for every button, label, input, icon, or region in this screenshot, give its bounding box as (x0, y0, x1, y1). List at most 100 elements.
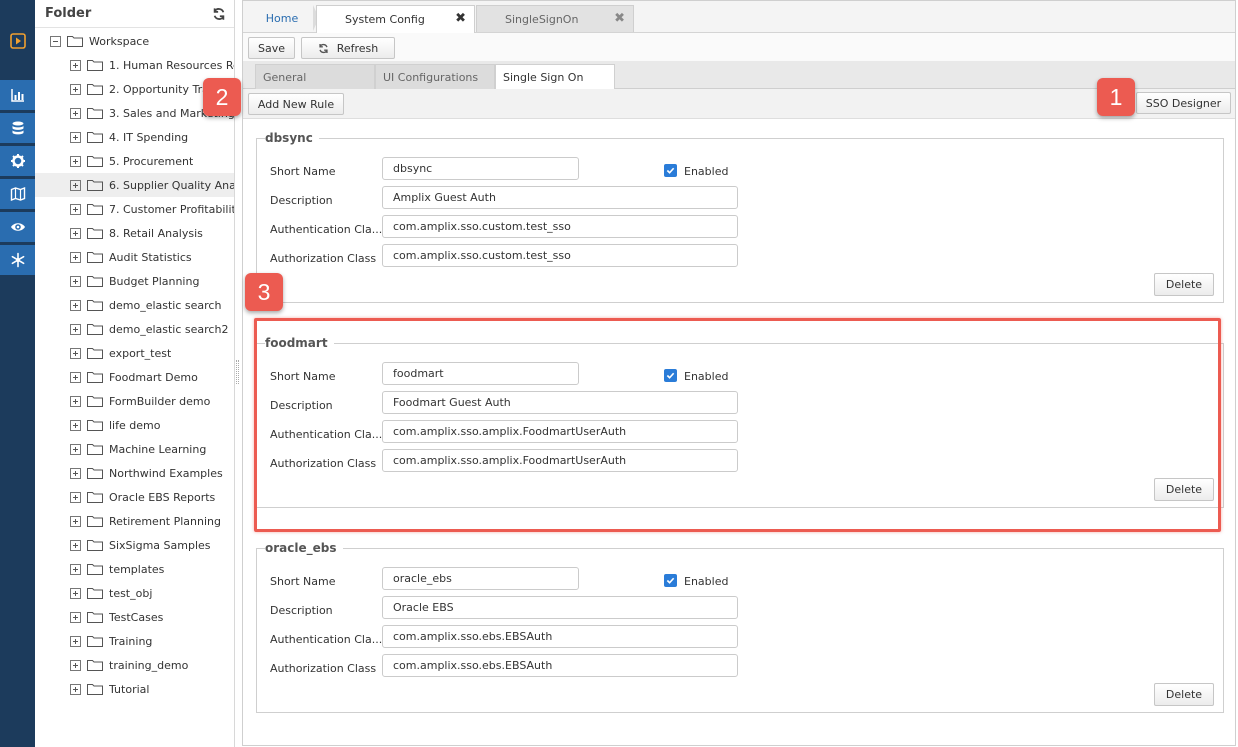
short-name-input[interactable]: dbsync (382, 157, 579, 180)
tree-item[interactable]: 4. IT Spending (35, 125, 234, 149)
expand-icon[interactable] (70, 59, 81, 71)
expand-icon[interactable] (70, 203, 81, 215)
enabled-checkbox[interactable] (664, 164, 677, 177)
delete-button[interactable]: Delete (1154, 273, 1214, 296)
expand-icon[interactable] (70, 491, 81, 503)
refresh-button[interactable]: Refresh (301, 37, 395, 59)
play-icon[interactable] (0, 26, 35, 56)
expand-icon[interactable] (70, 179, 81, 191)
expand-icon[interactable] (70, 467, 81, 479)
expand-icon[interactable] (70, 131, 81, 143)
expand-icon[interactable] (70, 371, 81, 383)
highlight-box (254, 318, 1221, 532)
auth-class-input[interactable]: com.amplix.sso.custom.test_sso (382, 215, 738, 238)
subtab-general[interactable]: General (255, 64, 375, 89)
tree-item[interactable]: Machine Learning (35, 437, 234, 461)
tree-item[interactable]: 6. Supplier Quality Analy (35, 173, 234, 197)
field-label: Short Name (270, 165, 336, 178)
expand-icon[interactable] (70, 635, 81, 647)
tree-item[interactable]: Retirement Planning (35, 509, 234, 533)
refresh-icon[interactable] (212, 7, 226, 21)
pane-splitter[interactable] (236, 360, 239, 384)
delete-button[interactable]: Delete (1154, 683, 1214, 706)
tree-label: Machine Learning (109, 442, 207, 456)
tree-item[interactable]: export_test (35, 341, 234, 365)
tree-item[interactable]: 1. Human Resources Rep (35, 53, 235, 77)
sso-designer-button[interactable]: SSO Designer (1136, 92, 1231, 114)
expand-icon[interactable] (70, 683, 81, 695)
tree-item[interactable]: templates (35, 557, 234, 581)
expand-icon[interactable] (70, 155, 81, 167)
folder-icon (87, 84, 103, 95)
eye-icon[interactable] (0, 212, 35, 242)
add-new-rule-button[interactable]: Add New Rule (248, 93, 344, 115)
expand-icon[interactable] (70, 587, 81, 599)
auth-class-input[interactable]: com.amplix.sso.ebs.EBSAuth (382, 625, 738, 648)
tree-item[interactable]: test_obj (35, 581, 234, 605)
expand-icon[interactable] (70, 659, 81, 671)
short-name-input[interactable]: oracle_ebs (382, 567, 579, 590)
tree-item[interactable]: training_demo (35, 653, 234, 677)
folder-icon (87, 612, 103, 623)
tree-item[interactable]: 7. Customer Profitability (35, 197, 234, 221)
folder-icon (87, 324, 103, 335)
expand-icon[interactable] (70, 563, 81, 575)
save-button[interactable]: Save (248, 37, 295, 59)
authz-class-input[interactable]: com.amplix.sso.custom.test_sso (382, 244, 738, 267)
tree-item[interactable]: demo_elastic search (35, 293, 234, 317)
expand-icon[interactable] (70, 275, 81, 287)
database-icon[interactable] (0, 113, 35, 143)
expand-icon[interactable] (70, 515, 81, 527)
collapse-icon[interactable] (50, 35, 61, 47)
expand-icon[interactable] (70, 299, 81, 311)
enabled-label: Enabled (684, 575, 729, 588)
tree-item[interactable]: Training (35, 629, 234, 653)
folder-icon (87, 636, 103, 647)
tree-item[interactable]: life demo (35, 413, 234, 437)
expand-icon[interactable] (70, 539, 81, 551)
rule-title: dbsync (265, 131, 319, 145)
tree-item[interactable]: Budget Planning (35, 269, 234, 293)
enabled-checkbox[interactable] (664, 574, 677, 587)
tree-item[interactable]: demo_elastic search2 (35, 317, 234, 341)
tab-singlesignon[interactable]: SingleSignOn ✖ (476, 5, 634, 32)
field-label: Authentication Cla... (270, 633, 383, 646)
subtab-single-sign-on[interactable]: Single Sign On (495, 64, 615, 90)
tree-item[interactable]: SixSigma Samples (35, 533, 234, 557)
tab-system-config[interactable]: System Config ✖ (316, 5, 475, 33)
expand-icon[interactable] (70, 251, 81, 263)
subtab-ui-configurations[interactable]: UI Configurations (375, 64, 495, 89)
gear-icon[interactable] (0, 146, 35, 176)
expand-icon[interactable] (70, 227, 81, 239)
expand-icon[interactable] (70, 347, 81, 359)
expand-icon[interactable] (70, 83, 81, 95)
tree-item[interactable]: 5. Procurement (35, 149, 234, 173)
description-input[interactable]: Amplix Guest Auth (382, 186, 738, 209)
tree-item[interactable]: Foodmart Demo (35, 365, 234, 389)
expand-icon[interactable] (70, 419, 81, 431)
tree-label: 1. Human Resources Rep (109, 58, 235, 72)
tree-item[interactable]: Audit Statistics (35, 245, 234, 269)
tab-home[interactable]: Home (251, 5, 319, 31)
tree-item[interactable]: TestCases (35, 605, 234, 629)
tree-item[interactable]: FormBuilder demo (35, 389, 234, 413)
snowflake-icon[interactable] (0, 245, 35, 275)
expand-icon[interactable] (70, 107, 81, 119)
expand-icon[interactable] (70, 323, 81, 335)
close-icon[interactable]: ✖ (614, 11, 625, 26)
close-icon[interactable]: ✖ (455, 11, 466, 26)
expand-icon[interactable] (70, 395, 81, 407)
tree-item[interactable]: Oracle EBS Reports (35, 485, 234, 509)
tree-item[interactable]: Tutorial (35, 677, 234, 701)
authz-class-input[interactable]: com.amplix.sso.ebs.EBSAuth (382, 654, 738, 677)
tree-root-workspace[interactable]: Workspace (35, 29, 234, 53)
tree-label: life demo (109, 418, 161, 432)
tree-item[interactable]: Northwind Examples (35, 461, 234, 485)
description-input[interactable]: Oracle EBS (382, 596, 738, 619)
expand-icon[interactable] (70, 443, 81, 455)
tree-item[interactable]: 8. Retail Analysis (35, 221, 234, 245)
folder-icon (87, 444, 103, 455)
expand-icon[interactable] (70, 611, 81, 623)
chart-icon[interactable] (0, 80, 35, 110)
map-icon[interactable] (0, 179, 35, 209)
